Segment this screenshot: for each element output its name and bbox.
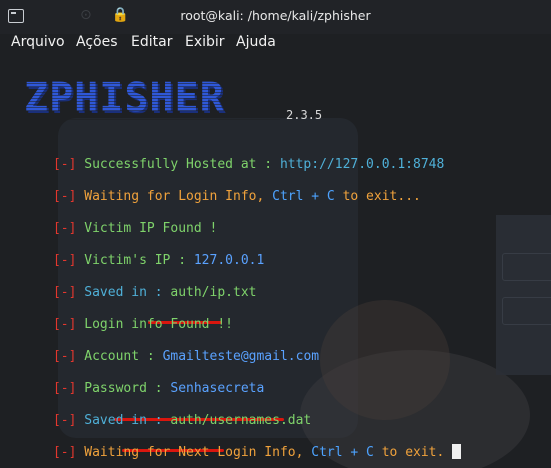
menu-acoes[interactable]: Ações: [76, 34, 118, 50]
ctrl-c-hint: Ctrl + C: [272, 189, 335, 204]
version-label: 2.3.5: [286, 108, 323, 122]
menu-exibir[interactable]: Exibir: [185, 34, 225, 50]
terminal-line: [-] Login info Found !!: [6, 298, 233, 332]
terminal-line: [-] Victim IP Found !: [6, 202, 217, 236]
terminal-line: [-] Waiting for Login Info, Ctrl + C to …: [6, 170, 421, 204]
title-bar: ⊙🔒 root@kali: /home/kali/zphisher: [0, 0, 551, 34]
zphisher-logo: ZPHISHER: [24, 75, 225, 121]
terminal-line: [-] Successfully Hosted at : http://127.…: [6, 138, 444, 172]
menu-editar[interactable]: Editar: [131, 34, 172, 50]
terminal-line: [-] Victim's IP : 127.0.0.1: [6, 234, 264, 268]
menu-bar: Arquivo Ações Editar Exibir Ajuda: [0, 34, 551, 54]
line-prefix: [-]: [52, 445, 77, 460]
window-title: root@kali: /home/kali/zphisher: [180, 8, 371, 23]
terminal-output[interactable]: ZPHISHER 2.3.5 [-] Successfully Hosted a…: [0, 66, 551, 468]
terminal-line: [-] Account : Gmailteste@gmail.com: [6, 330, 319, 364]
terminal-line: [-] Saved in : auth/usernames.dat: [6, 394, 311, 428]
terminal-window: ⊙🔒 root@kali: /home/kali/zphisher Arquiv…: [0, 0, 551, 468]
menu-arquivo[interactable]: Arquivo: [11, 34, 65, 50]
menu-ajuda[interactable]: Ajuda: [236, 34, 276, 50]
terminal-line: [-] Saved in : auth/ip.txt: [6, 266, 257, 300]
terminal-line: [-] Password : Senhasecreta: [6, 362, 264, 396]
terminal-line: [-] Waiting for Next Login Info, Ctrl + …: [6, 426, 462, 460]
to-exit-text: to exit...: [334, 189, 421, 204]
terminal-cursor: [452, 444, 462, 459]
waiting-next-text: Waiting for Next Login Info,: [84, 445, 312, 460]
ctrl-c-hint: Ctrl + C: [311, 445, 374, 460]
to-exit-text: to exit.: [373, 445, 445, 460]
